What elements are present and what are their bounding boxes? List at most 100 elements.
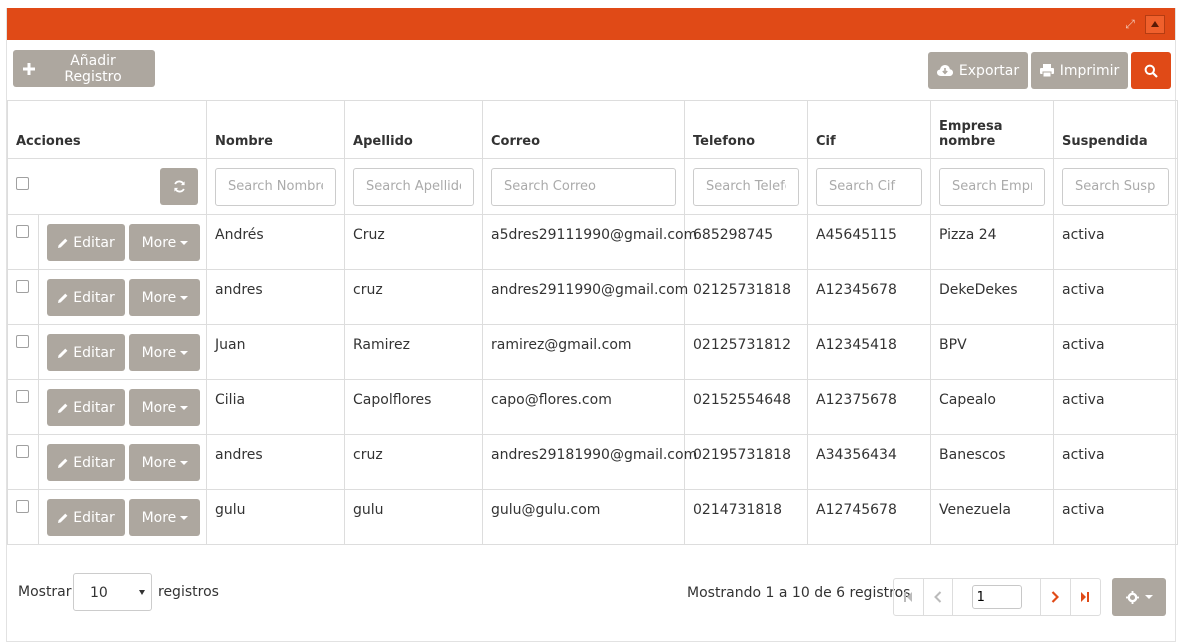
row-checkbox[interactable] [16,500,29,513]
cell-empresa: Banescos [930,434,1055,490]
prev-page-button[interactable] [924,579,953,615]
cell-empresa: Pizza 24 [930,214,1055,270]
more-button[interactable]: More [129,499,201,536]
edit-label: Editar [73,344,115,361]
last-page-icon [1081,592,1090,602]
cell-telefono: 0214731818 [684,489,809,545]
table-footer: Mostrar 10 registros Mostrando 1 a 10 de… [7,546,1177,642]
search-correo-input[interactable] [491,167,677,206]
more-button[interactable]: More [129,334,201,371]
cell-cif: A45645115 [807,214,932,270]
column-header-correo[interactable]: Correo [482,100,686,159]
row-checkbox[interactable] [16,390,29,403]
expand-icon[interactable]: ⤢ [1123,17,1137,31]
column-header-apellido[interactable]: Apellido [344,100,484,159]
pencil-icon [58,293,68,303]
edit-button[interactable]: Editar [47,224,125,261]
pencil-icon [58,348,68,358]
cell-nombre: Andrés [206,214,346,270]
first-page-button[interactable] [894,579,924,615]
table-row: Editar More Cilia Capolflores capo@flore… [7,379,1179,435]
more-label: More [141,289,177,306]
cell-correo: capo@flores.com [482,379,686,435]
cell-telefono: 02125731812 [684,324,809,380]
cloud-download-icon [936,65,953,76]
chevron-down-icon [180,240,189,245]
search-button[interactable] [1131,52,1171,89]
select-all-checkbox[interactable] [16,177,29,190]
cell-suspendida: activa [1053,214,1179,270]
row-checkbox[interactable] [16,335,29,348]
print-icon [1039,64,1054,77]
page-size-select[interactable]: 10 [73,573,152,611]
cell-cif: A12375678 [807,379,932,435]
search-nombre-input[interactable] [215,167,337,206]
next-page-button[interactable] [1041,579,1071,615]
column-header-empresa[interactable]: Empresa nombre [930,100,1055,159]
settings-menu-button[interactable] [1112,578,1166,616]
plus-icon [23,62,35,75]
page-number-input[interactable] [971,585,1022,609]
cell-apellido: cruz [344,434,484,490]
column-header-nombre[interactable]: Nombre [206,100,346,159]
more-button[interactable]: More [129,279,201,316]
panel-header: ⤢ [7,8,1175,40]
column-header-telefono[interactable]: Telefono [684,100,809,159]
edit-button[interactable]: Editar [47,499,125,536]
more-label: More [141,454,177,471]
more-button[interactable]: More [129,389,201,426]
add-record-label: Añadir Registro [64,52,122,85]
cell-correo: andres2911990@gmail.com [482,269,688,325]
column-header-cif[interactable]: Cif [807,100,932,159]
more-button[interactable]: More [129,444,201,481]
print-button[interactable]: Imprimir [1031,52,1128,89]
search-cif-input[interactable] [816,167,923,206]
cell-suspendida: activa [1053,269,1179,325]
add-record-button[interactable]: Añadir Registro [13,50,155,87]
edit-button[interactable]: Editar [47,389,125,426]
cell-suspendida: activa [1053,489,1179,545]
cell-cif: A12345418 [807,324,932,380]
refresh-filters-button[interactable] [160,168,198,205]
row-checkbox[interactable] [16,445,29,458]
cell-telefono: 02152554648 [684,379,809,435]
search-suspendida-input[interactable] [1062,167,1170,206]
chevron-down-icon [180,350,189,355]
pagination [893,578,1101,616]
table-row: Editar More Andrés Cruz a5dres29111990@g… [7,214,1179,270]
edit-button[interactable]: Editar [47,444,125,481]
export-label: Exportar [958,62,1020,79]
filter-row [6,158,1179,215]
row-checkbox[interactable] [16,280,29,293]
more-label: More [141,399,177,416]
cell-telefono: 685298745 [684,214,809,270]
collapse-button[interactable] [1145,15,1165,34]
gear-icon [1125,590,1139,604]
search-apellido-input[interactable] [353,167,475,206]
edit-label: Editar [73,454,115,471]
row-checkbox[interactable] [16,225,29,238]
edit-button[interactable]: Editar [47,279,125,316]
more-label: More [141,234,177,251]
cell-empresa: Capealo [930,379,1055,435]
edit-label: Editar [73,509,115,526]
cell-empresa: Venezuela [930,489,1055,545]
cell-apellido: cruz [344,269,484,325]
cell-nombre: Cilia [206,379,346,435]
cell-empresa: BPV [930,324,1055,380]
pencil-icon [58,513,68,523]
pagination-summary: Mostrando 1 a 10 de 6 registros [687,585,911,601]
export-button[interactable]: Exportar [928,52,1028,89]
column-header-suspendida[interactable]: Suspendida [1053,100,1179,159]
last-page-button[interactable] [1071,579,1100,615]
edit-button[interactable]: Editar [47,334,125,371]
chevron-down-icon [180,295,189,300]
cell-cif: A12345678 [807,269,932,325]
cell-empresa: DekeDekes [930,269,1055,325]
pencil-icon [58,458,68,468]
search-telefono-input[interactable] [693,167,800,206]
cell-apellido: gulu [344,489,484,545]
search-empresa-input[interactable] [939,167,1046,206]
more-button[interactable]: More [129,224,201,261]
cell-nombre: andres [206,434,346,490]
